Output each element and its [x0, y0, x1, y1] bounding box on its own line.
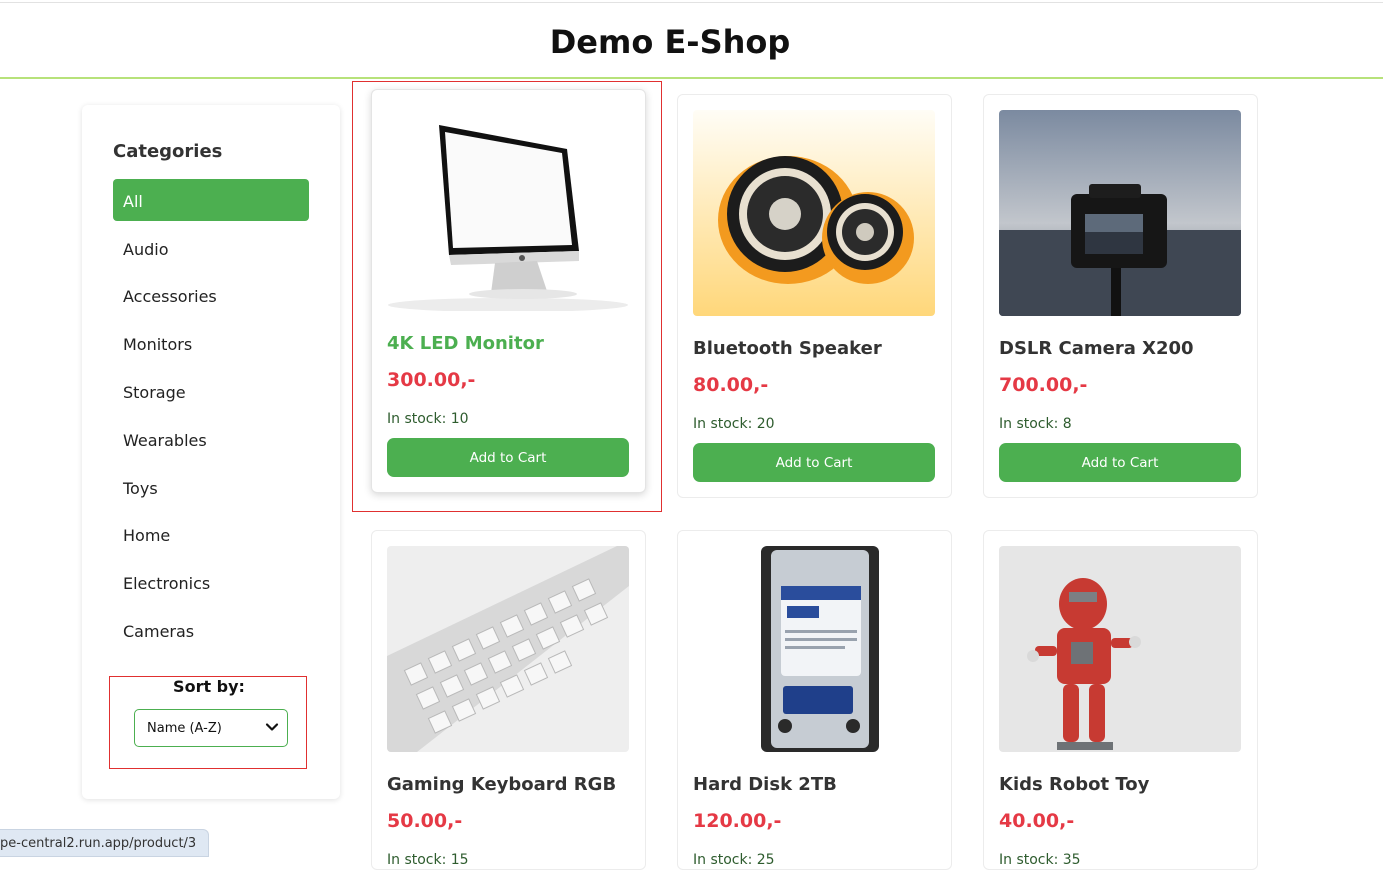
- product-name[interactable]: DSLR Camera X200: [999, 338, 1194, 359]
- product-price: 50.00,-: [387, 810, 463, 832]
- product-name[interactable]: Gaming Keyboard RGB: [387, 774, 616, 795]
- category-accessories[interactable]: Accessories: [113, 274, 309, 316]
- product-card[interactable]: DSLR Camera X200 700.00,- In stock: 8 Ad…: [983, 94, 1258, 498]
- categories-heading: Categories: [113, 141, 223, 162]
- product-image-speaker[interactable]: [693, 110, 935, 316]
- product-stock: In stock: 8: [999, 416, 1072, 432]
- product-price: 40.00,-: [999, 810, 1075, 832]
- category-electronics[interactable]: Electronics: [113, 561, 309, 603]
- category-all[interactable]: All: [113, 179, 309, 221]
- category-storage[interactable]: Storage: [113, 370, 309, 412]
- product-price: 80.00,-: [693, 374, 769, 396]
- add-to-cart-button[interactable]: Add to Cart: [693, 443, 935, 482]
- sort-highlight-box: Sort by: Name (A-Z): [109, 676, 307, 769]
- category-cameras[interactable]: Cameras: [113, 609, 309, 651]
- product-image-keyboard[interactable]: [387, 546, 629, 752]
- product-card[interactable]: Hard Disk 2TB 120.00,- In stock: 25: [677, 530, 952, 870]
- product-stock: In stock: 25: [693, 852, 775, 868]
- product-price: 700.00,-: [999, 374, 1088, 396]
- product-card[interactable]: Bluetooth Speaker 80.00,- In stock: 20 A…: [677, 94, 952, 498]
- product-stock: In stock: 20: [693, 416, 775, 432]
- product-image-hard-disk[interactable]: [693, 546, 935, 752]
- product-stock: In stock: 15: [387, 852, 469, 868]
- status-bar-url: pe-central2.run.app/product/3: [0, 829, 210, 857]
- sort-label: Sort by:: [173, 677, 245, 696]
- category-audio[interactable]: Audio: [113, 227, 309, 269]
- site-header: Demo E-Shop: [0, 3, 1383, 79]
- sort-select-value: Name (A-Z): [147, 721, 222, 736]
- product-image-camera[interactable]: [999, 110, 1241, 316]
- product-card[interactable]: Gaming Keyboard RGB 50.00,- In stock: 15: [371, 530, 646, 870]
- product-stock: In stock: 35: [999, 852, 1081, 868]
- site-title: Demo E-Shop: [549, 23, 791, 61]
- category-monitors[interactable]: Monitors: [113, 322, 309, 364]
- add-to-cart-button[interactable]: Add to Cart: [999, 443, 1241, 482]
- product-highlight-box: [352, 81, 662, 512]
- product-name[interactable]: Hard Disk 2TB: [693, 774, 837, 795]
- product-name[interactable]: Kids Robot Toy: [999, 774, 1149, 795]
- chevron-down-icon: [265, 723, 279, 731]
- category-home[interactable]: Home: [113, 513, 309, 555]
- product-name[interactable]: Bluetooth Speaker: [693, 338, 882, 359]
- category-wearables[interactable]: Wearables: [113, 418, 309, 460]
- sidebar: Categories All Audio Accessories Monitor…: [82, 105, 340, 799]
- category-toys[interactable]: Toys: [113, 466, 309, 508]
- product-image-robot[interactable]: [999, 546, 1241, 752]
- sort-select[interactable]: Name (A-Z): [134, 709, 288, 747]
- product-price: 120.00,-: [693, 810, 782, 832]
- product-card[interactable]: Kids Robot Toy 40.00,- In stock: 35: [983, 530, 1258, 870]
